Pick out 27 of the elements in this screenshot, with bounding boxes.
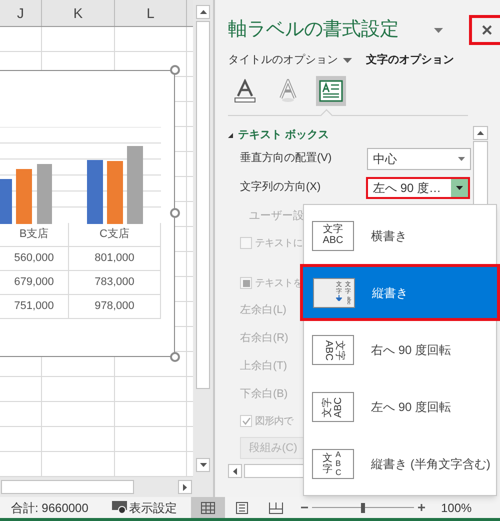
table-cell-text: 560,000 bbox=[14, 251, 54, 266]
table-cell-text: 978,000 bbox=[94, 299, 134, 314]
field-label: 文字列の方向(X) bbox=[240, 180, 322, 196]
sample-text: ABC bbox=[333, 396, 344, 418]
checkbox-label: テキストに bbox=[255, 236, 302, 250]
sum-text: 合計: 9660000 bbox=[11, 500, 90, 516]
table-cell-text: 801,000 bbox=[94, 251, 134, 266]
sample-text: ABC bbox=[322, 340, 333, 360]
field-label: 垂直方向の配置(V) bbox=[240, 150, 333, 166]
pane-title: 軸ラベルの書式設定 bbox=[228, 18, 400, 42]
sample-text: ABC bbox=[322, 236, 344, 246]
sample-text: 文字 bbox=[333, 340, 344, 360]
sample-text: ABC bbox=[336, 451, 342, 478]
field-label: 左余白(L) bbox=[240, 302, 286, 318]
table-cell-text: 751,000 bbox=[14, 299, 54, 314]
field-label: ユーザー設 bbox=[249, 208, 304, 224]
field-label: 上余白(T) bbox=[240, 358, 288, 374]
sample-text: 文字 bbox=[322, 453, 332, 476]
field-label: 下余白(B) bbox=[240, 386, 288, 402]
table-cell-text: 679,000 bbox=[14, 275, 54, 290]
table-header: C支店 bbox=[100, 226, 130, 242]
sample-text: 文字 bbox=[323, 225, 343, 236]
field-label: 右余白(R) bbox=[240, 330, 288, 346]
checkbox-label: 図形内で bbox=[255, 414, 293, 428]
table-header: B支店 bbox=[19, 226, 49, 242]
sample-text: 文字 bbox=[322, 397, 333, 418]
table-cell-text: 783,000 bbox=[94, 275, 134, 290]
